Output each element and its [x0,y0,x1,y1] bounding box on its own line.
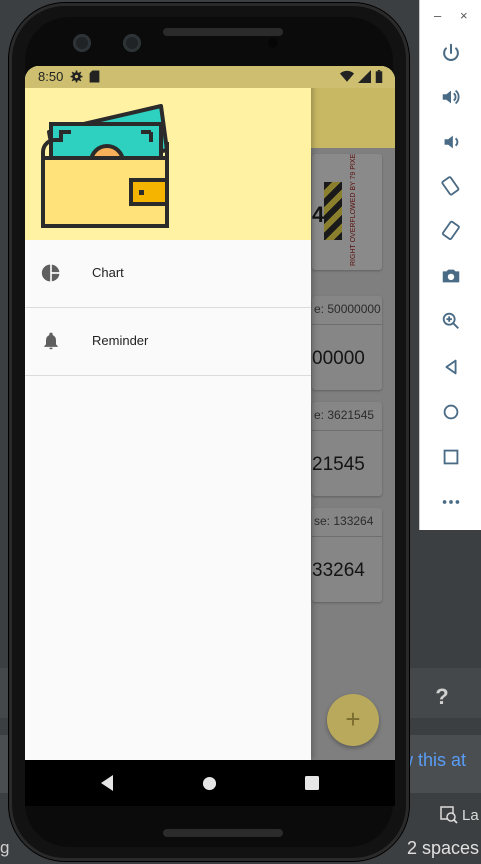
drawer-item-label: Chart [92,265,124,280]
overflow-number: 4 [312,202,325,227]
volume-down-icon [444,135,459,149]
android-nav-bar [25,760,395,806]
drawer-item-reminder[interactable]: Reminder [25,308,311,376]
card-value: 33264 [312,560,365,581]
rotate-right-button[interactable] [434,214,468,248]
power-icon [443,43,459,61]
bottom-speaker [163,829,283,837]
volume-up-icon [442,89,460,105]
sensor-dot [268,38,278,48]
home-button[interactable] [434,395,468,429]
sd-card-icon [89,70,100,83]
inspect-icon [440,806,458,824]
ide-layout-inspector[interactable]: La [440,806,479,824]
battery-icon [375,70,383,83]
ide-help-button[interactable]: ? [412,678,472,716]
drawer-header [25,66,311,240]
top-speaker [163,28,283,36]
camera-icon [442,269,460,283]
card-subtitle: se: 133264 [314,514,374,528]
drawer-item-label: Reminder [92,333,149,348]
card-subtitle: e: 3621545 [314,408,375,422]
navigation-drawer: Chart Reminder [25,66,311,760]
ide-indent-setting[interactable]: 2 spaces [407,838,479,859]
volume-up-button[interactable] [434,80,468,114]
rotate-right-icon [441,220,460,241]
nav-home-icon[interactable] [202,776,217,791]
back-button[interactable] [434,350,468,384]
drawer-item-chart[interactable]: Chart [25,240,311,308]
close-button[interactable]: × [460,8,468,23]
record-card-1[interactable]: e: 50000000 00000 [312,296,382,390]
status-time: 8:50 [38,69,64,84]
settings-icon [70,70,83,83]
bell-icon [44,332,58,350]
wallet-icon [41,104,169,228]
device-screen: 4 RIGHT OVERFLOWED BY 79 PIXELS e: 50000… [25,66,395,806]
rotate-left-icon [441,176,460,196]
front-camera-right [123,34,141,52]
signal-icon [358,70,371,83]
wifi-icon [340,70,354,82]
ide-la-label: La [462,806,479,824]
record-card-2[interactable]: e: 3621545 21545 [312,402,382,496]
volume-down-button[interactable] [434,125,468,159]
record-card-3[interactable]: se: 133264 33264 [312,508,382,602]
rotate-left-button[interactable] [434,169,468,203]
home-icon [443,404,459,420]
zoom-icon [442,312,459,329]
pie-chart-icon [41,264,60,282]
back-icon [445,359,457,375]
minimize-button[interactable]: – [434,8,441,23]
front-camera-left [73,34,91,52]
power-button[interactable] [434,36,468,70]
card-subtitle: e: 50000000 [314,302,381,316]
add-fab-button[interactable]: + [327,694,379,746]
overflow-card[interactable]: 4 RIGHT OVERFLOWED BY 79 PIXELS [312,154,382,270]
overflow-warning: RIGHT OVERFLOWED BY 79 PIXELS [350,154,357,266]
nav-overview-icon[interactable] [305,776,319,790]
overflow-stripes [324,182,342,240]
overview-button[interactable] [434,440,468,474]
card-divider [312,430,382,431]
more-button[interactable] [434,485,468,519]
zoom-button[interactable] [434,304,468,338]
ide-footer-left-text: g [0,838,10,857]
nav-back-icon[interactable] [99,774,115,792]
emulator-control-panel: – × [419,0,481,530]
more-icon [442,500,460,504]
status-bar: 8:50 [25,66,395,88]
card-value: 21545 [312,454,365,475]
card-divider [312,536,382,537]
card-value: 00000 [312,348,365,369]
screenshot-button[interactable] [434,259,468,293]
card-divider [312,324,382,325]
ide-link-text[interactable]: w this at [400,750,466,771]
overview-icon [443,449,459,465]
